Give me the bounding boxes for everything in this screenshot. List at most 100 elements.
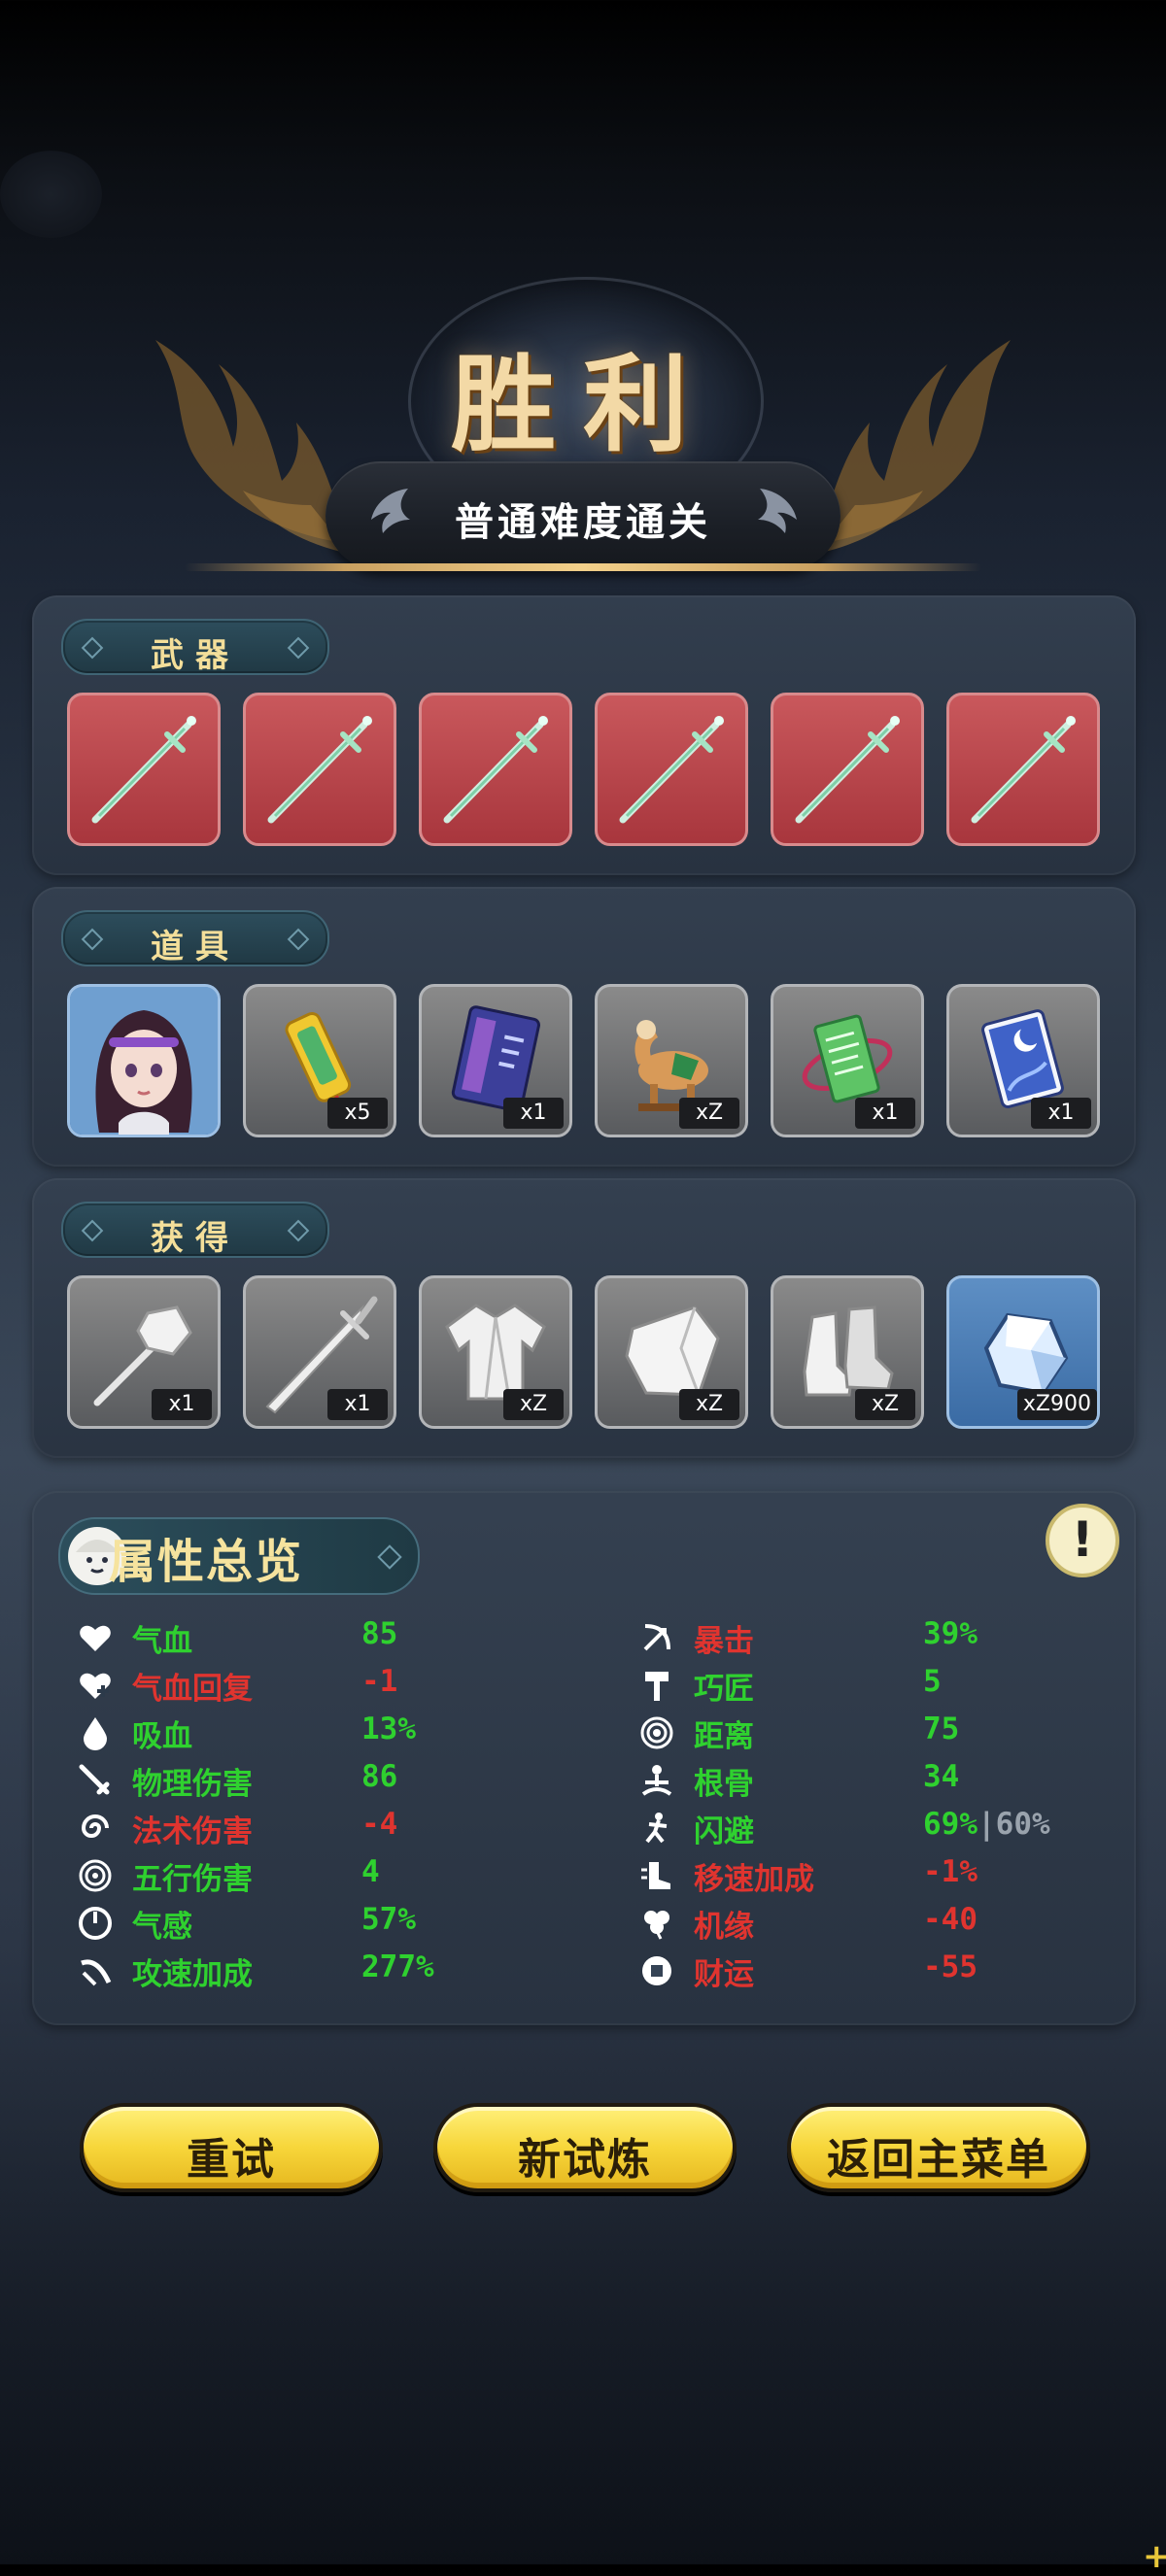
main-menu-button[interactable]: 返回主菜单	[787, 2103, 1090, 2192]
prop-qty-6: x1	[1031, 1098, 1091, 1129]
prop-slot-4[interactable]: xZ	[595, 984, 748, 1137]
weapon-slot-1[interactable]	[67, 693, 221, 846]
power-icon	[79, 1907, 112, 1940]
difficulty-subtitle: 普通难度通关	[455, 500, 711, 545]
obtained-qty-1: x1	[152, 1389, 212, 1420]
prop-qty-5: x1	[855, 1098, 915, 1129]
attr-name: 根骨	[694, 1767, 754, 1802]
new-trial-label: 新试炼	[518, 2135, 652, 2185]
attr-name: 攻速加成	[132, 1957, 253, 1992]
ribbon-gold-line	[185, 563, 981, 571]
dark-orb-decoration	[0, 151, 102, 238]
obtained-slot-2[interactable]: x1	[243, 1275, 396, 1429]
obtained-slot-4[interactable]: xZ	[595, 1275, 748, 1429]
range-rings-icon	[640, 1716, 673, 1749]
prop-qty-2: x5	[327, 1098, 388, 1129]
spiral-icon	[79, 1859, 112, 1892]
attributes-left-column: 气血 85 气血回复 -1 吸血 13% 物理伤害 86 法术伤害 -4 五行伤…	[78, 1616, 564, 2005]
swirl-icon	[81, 1814, 109, 1838]
hammer-tool-icon	[645, 1672, 669, 1701]
attr-name: 吸血	[132, 1719, 192, 1754]
attr-name: 巧匠	[694, 1672, 754, 1707]
attr-name: 财运	[694, 1957, 754, 1992]
jade-sword-icon	[619, 716, 724, 824]
attr-value: 75	[923, 1712, 960, 1746]
attributes-title: 属性总览	[109, 1535, 304, 1589]
obtained-slot-5[interactable]: xZ	[771, 1275, 924, 1429]
jade-sword-icon	[91, 716, 196, 824]
prop-qty-4: xZ	[679, 1098, 739, 1129]
weapon-slot-6[interactable]	[946, 693, 1100, 846]
new-trial-button[interactable]: 新试炼	[433, 2103, 737, 2192]
attr-name: 五行伤害	[132, 1862, 253, 1897]
retry-button[interactable]: 重试	[80, 2103, 383, 2192]
obtained-qty-4: xZ	[679, 1389, 739, 1420]
attr-value: 57%	[361, 1902, 416, 1937]
jade-sword-icon	[795, 716, 900, 824]
attr-value: 85	[361, 1616, 398, 1651]
attr-value: 4	[361, 1854, 380, 1889]
obtained-label-pill: 获得	[61, 1202, 329, 1258]
diamond-icon	[377, 1544, 402, 1570]
attr-value: 277%	[361, 1949, 434, 1984]
obtained-qty-6: xZ900	[1016, 1389, 1097, 1420]
obtained-label: 获得	[151, 1219, 240, 1258]
heart-icon	[80, 1625, 111, 1651]
prop-slot-5[interactable]: x1	[771, 984, 924, 1137]
attr-value: 39%	[923, 1616, 977, 1651]
weapons-label-pill: 武器	[61, 619, 329, 675]
props-label-pill: 道具	[61, 910, 329, 966]
attr-name: 移速加成	[694, 1862, 814, 1897]
attr-value: 34	[923, 1759, 960, 1794]
obtained-qty-3: xZ	[503, 1389, 564, 1420]
character-portrait-icon	[70, 987, 218, 1135]
obtained-slot-1[interactable]: x1	[67, 1275, 221, 1429]
weapon-slot-3[interactable]	[419, 693, 572, 846]
weapon-slot-2[interactable]	[243, 693, 396, 846]
heart-regen-icon	[80, 1673, 111, 1699]
attributes-right-column: 暴击 39% 巧匠 5 距离 75 根骨 34 闪避 69%|60% 移速加成 …	[639, 1616, 1125, 2005]
attr-name: 距离	[694, 1719, 754, 1754]
obtained-slot-6[interactable]: xZ900	[946, 1275, 1100, 1429]
dodge-icon	[645, 1813, 668, 1844]
weapon-slot-4[interactable]	[595, 693, 748, 846]
attr-name: 气血回复	[132, 1672, 253, 1707]
prop-slot-3[interactable]: x1	[419, 984, 572, 1137]
attr-value: -1	[361, 1664, 398, 1699]
dodge-cap: |60%	[977, 1807, 1050, 1842]
attr-name: 闪避	[694, 1814, 754, 1849]
obtained-qty-2: x1	[327, 1389, 388, 1420]
prop-slot-1[interactable]	[67, 984, 221, 1137]
boot-speed-icon	[641, 1862, 670, 1889]
attr-value: 5	[923, 1664, 942, 1699]
attr-name: 机缘	[694, 1910, 754, 1945]
attr-value: -1%	[923, 1854, 977, 1889]
attr-name: 法术伤害	[132, 1814, 253, 1849]
dodge-value: 69%	[923, 1807, 977, 1842]
prop-slot-2[interactable]: x5	[243, 984, 396, 1137]
attr-name: 气感	[132, 1910, 192, 1945]
blade-icon	[79, 1764, 110, 1795]
corner-plus-icon: +	[1143, 2537, 1166, 2576]
jade-sword-icon	[971, 716, 1076, 824]
jade-sword-icon	[443, 716, 548, 824]
obtained-qty-5: xZ	[855, 1389, 915, 1420]
attr-value: -55	[923, 1949, 977, 1984]
attr-name: 暴击	[694, 1624, 754, 1659]
retry-label: 重试	[187, 2135, 276, 2185]
info-icon[interactable]: !	[1046, 1504, 1119, 1577]
prop-qty-3: x1	[503, 1098, 564, 1129]
victory-title: 胜利	[450, 344, 715, 466]
weapons-label: 武器	[151, 636, 240, 675]
props-label: 道具	[151, 928, 240, 966]
blood-drop-icon	[84, 1717, 107, 1750]
weapon-slot-5[interactable]	[771, 693, 924, 846]
jade-sword-icon	[267, 716, 372, 824]
attr-name: 气血	[132, 1624, 192, 1659]
prop-slot-6[interactable]: x1	[946, 984, 1100, 1137]
slash-speed-icon	[81, 1959, 112, 1986]
attr-value: -4	[361, 1807, 398, 1842]
attr-name: 物理伤害	[132, 1767, 253, 1802]
obtained-slot-3[interactable]: xZ	[419, 1275, 572, 1429]
attr-value: 69%|60%	[923, 1807, 1050, 1842]
